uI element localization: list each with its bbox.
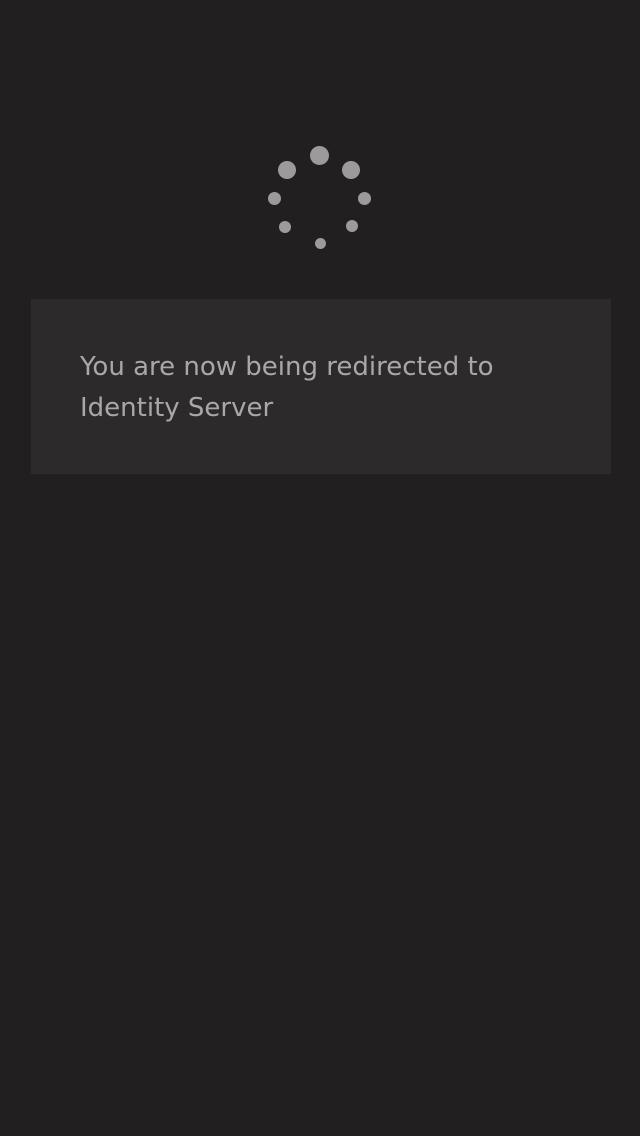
- spinner-dot: [278, 161, 296, 179]
- redirect-message: You are now being redirected to Identity…: [80, 352, 494, 423]
- spinner-dot: [358, 192, 371, 205]
- spinner-dot: [342, 161, 360, 179]
- spinner-dot: [346, 220, 358, 232]
- redirect-screen: You are now being redirected to Identity…: [0, 0, 640, 1136]
- spinner-dot: [268, 192, 281, 205]
- redirect-message-panel: You are now being redirected to Identity…: [31, 299, 611, 474]
- loading-spinner-icon: [260, 140, 380, 260]
- spinner-dot: [310, 146, 329, 165]
- spinner-dot: [315, 238, 326, 249]
- spinner-dot: [279, 221, 291, 233]
